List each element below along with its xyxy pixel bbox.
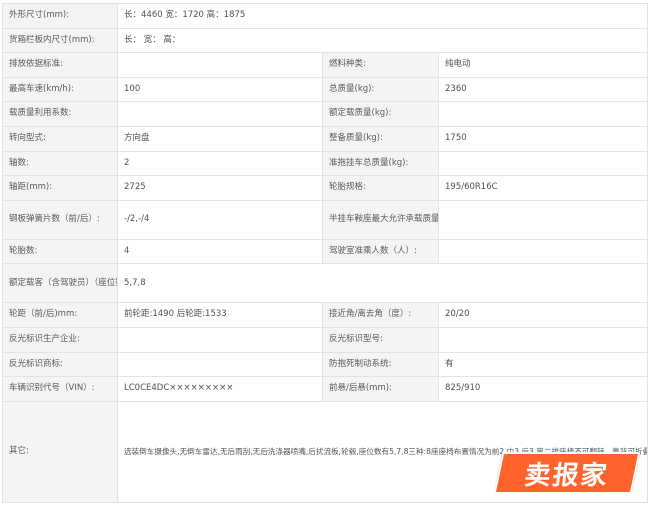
value-cell — [437, 150, 649, 177]
table-row: 车辆识别代号（VIN）: LC0CE4DC××××××××× 前悬/后悬(mm)… — [2, 376, 649, 402]
label-cell: 反光标识型号: — [322, 326, 439, 353]
watermark-text: 卖报家 — [523, 460, 611, 491]
value-cell: 20/20 — [437, 302, 649, 328]
table-row: 外形尺寸(mm): 长：4460 宽：1720 高：1875 — [2, 3, 649, 29]
value-cell: 2725 — [117, 175, 323, 201]
label-cell: 货箱栏板内尺寸(mm): — [2, 27, 118, 54]
value-cell: LC0CE4DC××××××××× — [117, 376, 323, 402]
value-cell: 纯电动 — [437, 52, 649, 78]
value-cell: 长：4460 宽：1720 高：1875 — [116, 3, 649, 29]
value-cell: 4 — [117, 238, 323, 265]
label-cell: 轮距（前/后)mm: — [2, 302, 118, 328]
table-row: 钢板弹簧片数（前/后）: -/2,-/4 半挂车鞍座最大允许承载质量(kg): — [2, 199, 649, 240]
table-row: 轴数: 2 准拖挂车总质量(kg): — [2, 150, 649, 177]
value-cell: 前轮距:1490 后轮距:1533 — [117, 302, 323, 328]
label-cell: 车辆识别代号（VIN）: — [2, 376, 118, 402]
value-cell — [117, 52, 323, 78]
table-row: 货箱栏板内尺寸(mm): 长： 宽： 高： — [2, 27, 649, 54]
label-cell: 前悬/后悬(mm): — [322, 376, 439, 402]
label-cell: 外形尺寸(mm): — [2, 3, 118, 29]
label-cell: 驾驶室准乘人数（人）: — [322, 238, 439, 265]
table-row: 转向型式: 方向盘 整备质量(kg): 1750 — [2, 125, 649, 152]
label-cell: 总质量(kg): — [322, 76, 439, 103]
value-cell: 195/60R16C — [437, 175, 649, 201]
label-cell: 转向型式: — [2, 125, 118, 152]
table-row: 额定载客（含驾驶员）（座位数）: 5,7,8 — [2, 263, 649, 304]
table-row: 最高车速(km/h): 100 总质量(kg): 2360 — [2, 76, 649, 103]
value-cell — [437, 238, 649, 265]
value-cell: 有 — [437, 351, 649, 378]
value-cell: 1750 — [437, 125, 649, 152]
value-cell: 长： 宽： 高： — [116, 27, 649, 54]
label-cell: 轮胎数: — [2, 238, 118, 265]
label-cell: 反光标识商标: — [2, 351, 118, 378]
spec-table: 外形尺寸(mm): 长：4460 宽：1720 高：1875 货箱栏板内尺寸(m… — [2, 3, 649, 503]
value-cell — [437, 326, 649, 353]
label-cell: 轴距(mm): — [2, 175, 118, 201]
label-cell: 额定载质量(kg): — [322, 101, 439, 127]
watermark-logo: 卖报家 — [493, 452, 641, 494]
label-cell: 燃料种类: — [322, 52, 439, 78]
label-cell: 准拖挂车总质量(kg): — [322, 150, 439, 177]
table-row: 排放依据标准: 燃料种类: 纯电动 — [2, 52, 649, 78]
label-cell: 防抱死制动系统: — [322, 351, 439, 378]
table-row: 轴距(mm): 2725 轮胎规格: 195/60R16C — [2, 175, 649, 201]
value-cell: 825/910 — [437, 376, 649, 402]
table-row: 载质量利用系数: 额定载质量(kg): — [2, 101, 649, 127]
label-cell: 反光标识生产企业: — [2, 326, 118, 353]
label-cell: 整备质量(kg): — [322, 125, 439, 152]
label-cell: 接近角/离去角（度）: — [322, 302, 439, 328]
label-cell: 其它: — [2, 400, 118, 503]
value-cell — [117, 351, 323, 378]
value-cell — [437, 199, 649, 240]
value-cell — [117, 326, 323, 353]
label-cell: 排放依据标准: — [2, 52, 118, 78]
value-cell — [437, 101, 649, 127]
value-cell: 100 — [117, 76, 323, 103]
value-cell: 2 — [117, 150, 323, 177]
label-cell: 轴数: — [2, 150, 118, 177]
table-row: 轮胎数: 4 驾驶室准乘人数（人）: — [2, 238, 649, 265]
value-cell: 2360 — [437, 76, 649, 103]
value-cell — [117, 101, 323, 127]
value-cell: 方向盘 — [117, 125, 323, 152]
label-cell: 载质量利用系数: — [2, 101, 118, 127]
label-cell: 额定载客（含驾驶员）（座位数）: — [2, 263, 118, 304]
label-cell: 轮胎规格: — [322, 175, 439, 201]
label-cell: 半挂车鞍座最大允许承载质量(kg): — [322, 199, 439, 240]
table-row: 反光标识生产企业: 反光标识型号: — [2, 326, 649, 353]
table-row: 反光标识商标: 防抱死制动系统: 有 — [2, 351, 649, 378]
label-cell: 最高车速(km/h): — [2, 76, 118, 103]
table-row: 轮距（前/后)mm: 前轮距:1490 后轮距:1533 接近角/离去角（度）:… — [2, 302, 649, 328]
label-cell: 钢板弹簧片数（前/后）: — [2, 199, 118, 240]
value-cell: 5,7,8 — [116, 263, 649, 304]
value-cell: -/2,-/4 — [117, 199, 323, 240]
